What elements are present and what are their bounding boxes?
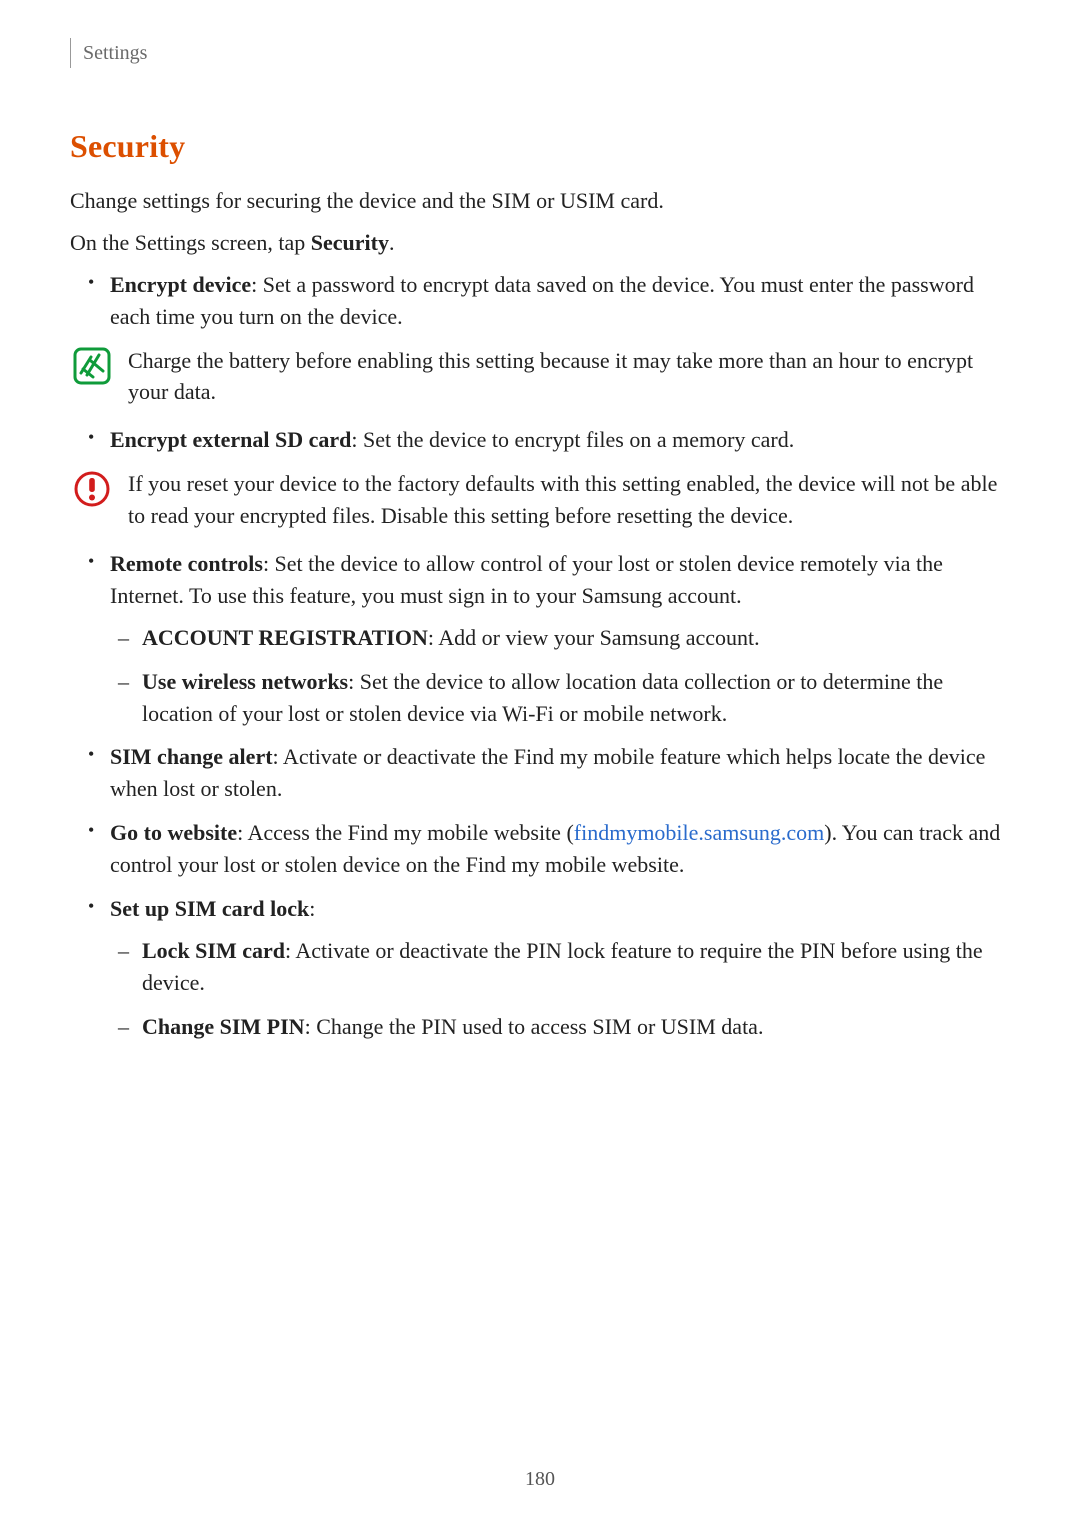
remote-sublist: ACCOUNT REGISTRATION: Add or view your S… — [110, 622, 1010, 730]
sub-account-registration: ACCOUNT REGISTRATION: Add or view your S… — [110, 622, 1010, 654]
change-pin-label: Change SIM PIN — [142, 1014, 305, 1039]
item-encrypt-device: Encrypt device: Set a password to encryp… — [70, 269, 1010, 333]
item-remote-controls: Remote controls: Set the device to allow… — [70, 548, 1010, 729]
goto-text-a: : Access the Find my mobile website ( — [237, 820, 574, 845]
sub-lock-sim-card: Lock SIM card: Activate or deactivate th… — [110, 935, 1010, 999]
header-label: Settings — [83, 42, 147, 65]
warning-text: If you reset your device to the factory … — [114, 468, 1010, 532]
encrypt-sd-text: : Set the device to encrypt files on a m… — [351, 427, 794, 452]
intro-2a: On the Settings screen, tap — [70, 230, 311, 255]
item-sim-card-lock: Set up SIM card lock: Lock SIM card: Act… — [70, 893, 1010, 1043]
item-sim-change-alert: SIM change alert: Activate or deactivate… — [70, 741, 1010, 805]
page-header: Settings — [70, 38, 1010, 68]
item-go-to-website: Go to website: Access the Find my mobile… — [70, 817, 1010, 881]
use-wireless-label: Use wireless networks — [142, 669, 348, 694]
warning-icon — [70, 468, 114, 508]
lower-list: Remote controls: Set the device to allow… — [70, 548, 1010, 1043]
top-list: Encrypt device: Set a password to encryp… — [70, 269, 1010, 333]
sim-lock-sublist: Lock SIM card: Activate or deactivate th… — [110, 935, 1010, 1043]
intro-2b: Security — [311, 230, 389, 255]
intro-line-2: On the Settings screen, tap Security. — [70, 227, 1010, 259]
item-encrypt-sd: Encrypt external SD card: Set the device… — [70, 424, 1010, 456]
sub-change-sim-pin: Change SIM PIN: Change the PIN used to a… — [110, 1011, 1010, 1043]
header-rule — [70, 38, 71, 68]
goto-label: Go to website — [110, 820, 237, 845]
warning-callout: If you reset your device to the factory … — [70, 468, 1010, 532]
intro-2c: . — [389, 230, 395, 255]
sim-lock-label: Set up SIM card lock — [110, 896, 309, 921]
intro-line-1: Change settings for securing the device … — [70, 185, 1010, 217]
sd-list: Encrypt external SD card: Set the device… — [70, 424, 1010, 456]
remote-label: Remote controls — [110, 551, 263, 576]
sub-use-wireless: Use wireless networks: Set the device to… — [110, 666, 1010, 730]
findmymobile-link[interactable]: findmymobile.samsung.com — [574, 820, 825, 845]
sim-lock-colon: : — [309, 896, 315, 921]
encrypt-device-label: Encrypt device — [110, 272, 251, 297]
encrypt-sd-label: Encrypt external SD card — [110, 427, 351, 452]
account-reg-text: : Add or view your Samsung account. — [428, 625, 760, 650]
lock-sim-label: Lock SIM card — [142, 938, 285, 963]
note-text: Charge the battery before enabling this … — [114, 345, 1010, 409]
account-reg-label: ACCOUNT REGISTRATION — [142, 625, 428, 650]
note-icon — [70, 345, 114, 385]
section-title: Security — [70, 128, 1010, 165]
note-callout: Charge the battery before enabling this … — [70, 345, 1010, 409]
sim-change-label: SIM change alert — [110, 744, 273, 769]
page-number: 180 — [0, 1468, 1080, 1491]
change-pin-text: : Change the PIN used to access SIM or U… — [305, 1014, 764, 1039]
